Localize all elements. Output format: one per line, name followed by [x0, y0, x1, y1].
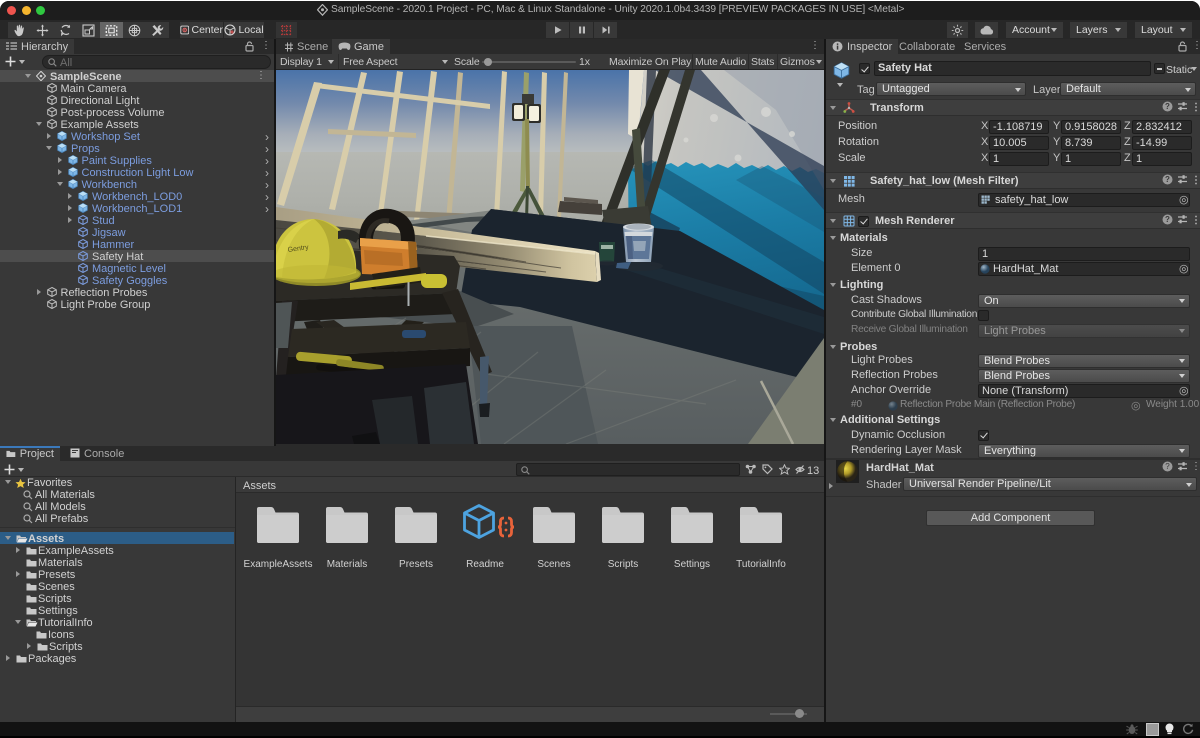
svg-text:?: ? [1165, 215, 1170, 224]
svg-text:?: ? [1165, 175, 1170, 184]
svg-text:?: ? [1165, 462, 1170, 471]
svg-text:?: ? [1165, 102, 1170, 111]
